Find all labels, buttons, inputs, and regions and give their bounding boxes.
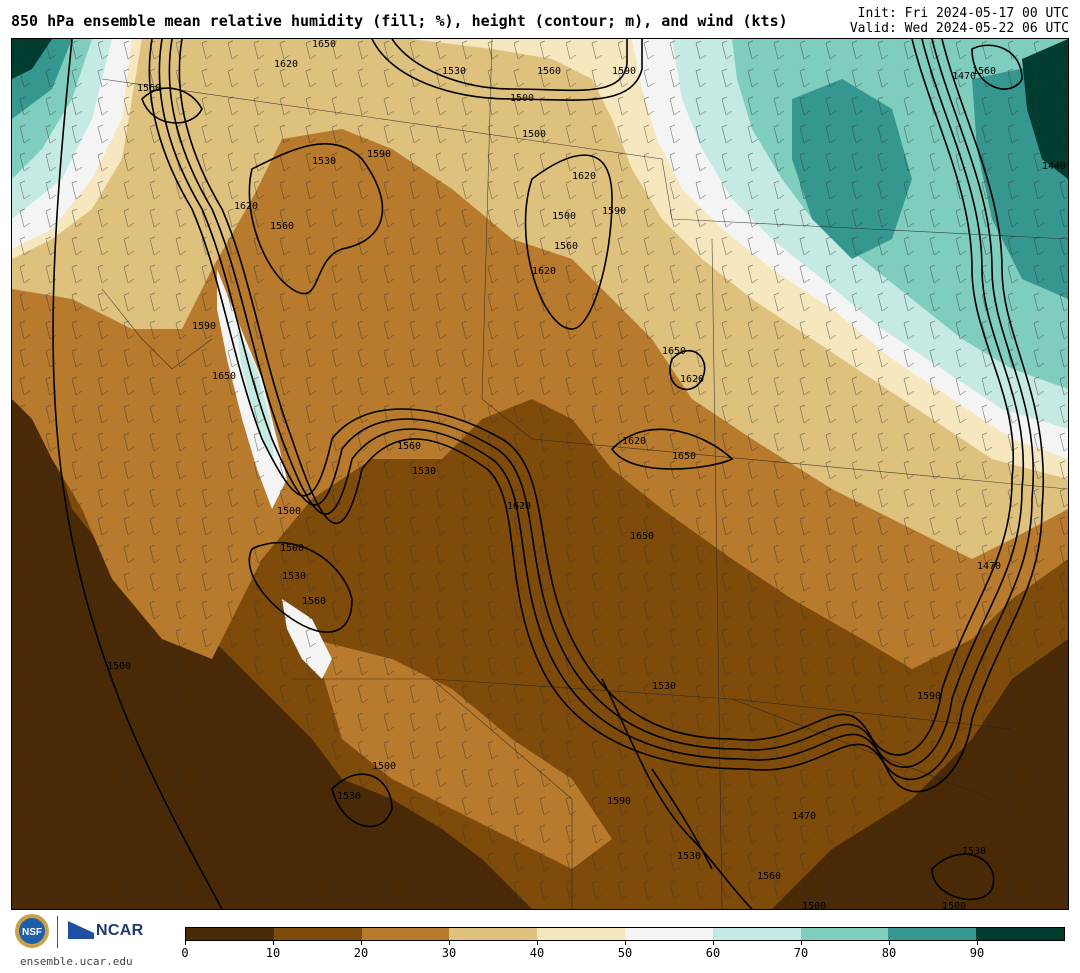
contour-label: 1560 bbox=[137, 83, 161, 94]
colorbar-tick bbox=[449, 941, 450, 945]
contour-label: 1560 bbox=[397, 441, 421, 452]
contour-label: 1560 bbox=[270, 221, 294, 232]
colorbar-segment bbox=[449, 928, 538, 940]
contour-label: 1650 bbox=[312, 39, 336, 50]
colorbar-segment bbox=[976, 928, 1064, 940]
colorbar-tick-label: 50 bbox=[617, 946, 633, 960]
colorbar-tick bbox=[801, 941, 802, 945]
contour-label: 1650 bbox=[212, 371, 236, 382]
ncar-logo-icon bbox=[68, 921, 94, 939]
contour-label: 1620 bbox=[622, 436, 646, 447]
contour-label: 1560 bbox=[302, 596, 326, 607]
contour-label: 1500 bbox=[510, 93, 534, 104]
contour-label: 1530 bbox=[282, 571, 306, 582]
contour-label: 1620 bbox=[507, 501, 531, 512]
contour-label: 1530 bbox=[442, 66, 466, 77]
contour-label: 1620 bbox=[274, 59, 298, 70]
logo-divider bbox=[57, 916, 58, 948]
colorbar-tick-label: 40 bbox=[529, 946, 545, 960]
colorbar-segment bbox=[186, 928, 274, 940]
contour-label: 1500 bbox=[522, 129, 546, 140]
colorbar-tick bbox=[713, 941, 714, 945]
contour-label: 1500 bbox=[107, 661, 131, 672]
valid-time: Valid: Wed 2024-05-22 06 UTC bbox=[849, 21, 1069, 36]
colorbar-tick-label: 10 bbox=[265, 946, 281, 960]
contour-label: 1530 bbox=[652, 681, 676, 692]
colorbar-tick bbox=[273, 941, 274, 945]
colorbar-segment bbox=[273, 928, 362, 940]
forecast-times: Init: Fri 2024-05-17 00 UTC Valid: Wed 2… bbox=[850, 6, 1069, 36]
contour-label: 1500 bbox=[802, 901, 826, 909]
colorbar-ticks: 0 10 20 30 40 50 60 70 80 90 bbox=[181, 941, 1065, 969]
footer-logos: NSF NCAR ensemble.ucar.edu bbox=[14, 913, 164, 968]
colorbar-tick-label: 20 bbox=[353, 946, 369, 960]
colorbar-tick-label: 70 bbox=[793, 946, 809, 960]
contour-label: 1590 bbox=[917, 691, 941, 702]
weather-map: 1560 1620 1650 1530 1590 1500 1560 1530 … bbox=[11, 38, 1069, 910]
colorbar-tick-label: 0 bbox=[181, 946, 189, 960]
site-url: ensemble.ucar.edu bbox=[20, 955, 133, 968]
colorbar-tick bbox=[185, 941, 186, 945]
map-title: 850 hPa ensemble mean relative humidity … bbox=[11, 12, 788, 30]
colorbar-tick bbox=[537, 941, 538, 945]
contour-label: 1440 bbox=[1042, 161, 1066, 172]
contour-label: 1500 bbox=[942, 901, 966, 909]
nsf-logo-icon: NSF bbox=[15, 914, 49, 948]
colorbar-tick-label: 90 bbox=[969, 946, 985, 960]
colorbar-segment bbox=[888, 928, 977, 940]
contour-label: 1590 bbox=[192, 321, 216, 332]
contour-label: 1560 bbox=[757, 871, 781, 882]
contour-label: 1530 bbox=[412, 466, 436, 477]
svg-text:NSF: NSF bbox=[22, 927, 42, 938]
ncar-logo-text: NCAR bbox=[96, 922, 144, 939]
contour-label: 1530 bbox=[337, 791, 361, 802]
colorbar-tick-label: 60 bbox=[705, 946, 721, 960]
colorbar-tick bbox=[977, 941, 978, 945]
contour-label: 1530 bbox=[312, 156, 336, 167]
colorbar-segment bbox=[361, 928, 450, 940]
colorbar-tick-label: 80 bbox=[881, 946, 897, 960]
contour-label: 1500 bbox=[372, 761, 396, 772]
contour-label: 1590 bbox=[602, 206, 626, 217]
contour-label: 1560 bbox=[537, 66, 561, 77]
contour-label: 1470 bbox=[792, 811, 816, 822]
colorbar-segment bbox=[537, 928, 625, 940]
contour-label: 1530 bbox=[677, 851, 701, 862]
contour-label: 1650 bbox=[662, 346, 686, 357]
init-time: Init: Fri 2024-05-17 00 UTC bbox=[857, 6, 1069, 21]
contour-label: 1650 bbox=[672, 451, 696, 462]
colorbar-segment bbox=[800, 928, 889, 940]
contour-label: 1500 bbox=[277, 506, 301, 517]
contour-label: 1560 bbox=[554, 241, 578, 252]
contour-label: 1620 bbox=[532, 266, 556, 277]
colorbar-segment bbox=[712, 928, 801, 940]
contour-label: 1620 bbox=[234, 201, 258, 212]
contour-label: 1530 bbox=[962, 846, 986, 857]
contour-label: 1470 bbox=[977, 561, 1001, 572]
colorbar-tick bbox=[625, 941, 626, 945]
colorbar-segment bbox=[624, 928, 713, 940]
contour-label: 1620 bbox=[572, 171, 596, 182]
colorbar-tick bbox=[889, 941, 890, 945]
colorbar bbox=[185, 927, 1065, 941]
contour-label: 1500 bbox=[280, 543, 304, 554]
contour-label: 1590 bbox=[367, 149, 391, 160]
contour-label: 1590 bbox=[607, 796, 631, 807]
colorbar-tick-label: 30 bbox=[441, 946, 457, 960]
contour-label: 1650 bbox=[630, 531, 654, 542]
colorbar-tick bbox=[361, 941, 362, 945]
contour-label: 1590 bbox=[612, 66, 636, 77]
contour-label: 1500 bbox=[552, 211, 576, 222]
contour-label: 1620 bbox=[680, 374, 704, 385]
contour-label: 1560 bbox=[972, 66, 996, 77]
